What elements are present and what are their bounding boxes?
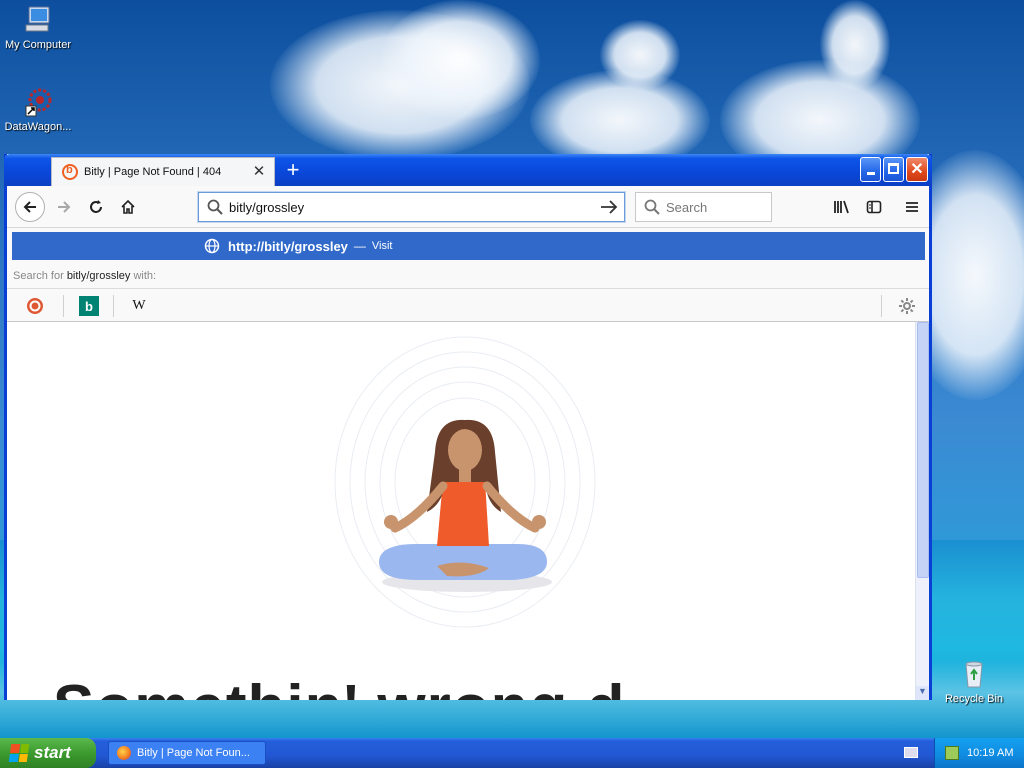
meditation-illustration (334, 336, 596, 628)
home-icon (121, 199, 135, 214)
go-arrow-icon (601, 200, 618, 214)
library-button[interactable] (827, 192, 857, 222)
menu-button[interactable] (897, 192, 927, 222)
reload-button[interactable] (81, 192, 111, 222)
clock: 10:19 AM (967, 747, 1014, 759)
recycle-bin-shortcut[interactable]: Recycle Bin (934, 658, 1014, 705)
maximize-button[interactable] (883, 157, 904, 182)
duckduckgo-icon[interactable] (25, 296, 45, 316)
bing-icon[interactable]: b (79, 296, 99, 316)
browser-window: Bitly | Page Not Found | 404 ✕ + ✕ bitly… (4, 154, 932, 700)
navigation-toolbar: bitly/grossley Search (7, 186, 929, 228)
address-bar-text[interactable]: bitly/grossley (229, 200, 600, 215)
desktop-icon-label: My Computer (4, 39, 72, 51)
taskbar-window-bitly[interactable]: Bitly | Page Not Foun... (108, 741, 266, 765)
new-tab-button[interactable]: + (280, 159, 306, 183)
computer-icon (22, 4, 54, 36)
address-bar[interactable]: bitly/grossley (198, 192, 625, 222)
taskbar-window-label: Bitly | Page Not Foun... (137, 747, 250, 759)
suggestion-visit-row[interactable]: http://bitly/grossley — Visit (12, 232, 925, 260)
hamburger-menu-icon (906, 202, 918, 212)
library-icon (834, 200, 849, 214)
keyboard-icon[interactable] (904, 747, 918, 758)
sidebar-button[interactable] (859, 192, 889, 222)
sidebar-icon (866, 200, 882, 214)
tab-bitly-404[interactable]: Bitly | Page Not Found | 404 ✕ (51, 157, 275, 186)
desktop-icon-label: Recycle Bin (944, 693, 1004, 705)
bitly-favicon-icon (62, 164, 78, 180)
scrollbar-thumb[interactable] (917, 322, 929, 578)
minimize-button[interactable] (860, 157, 881, 182)
page-content: Somethin' wrong d (7, 322, 915, 700)
suggestion-url: http://bitly/grossley (228, 238, 348, 254)
search-icon (644, 199, 660, 215)
search-bar[interactable]: Search (635, 192, 772, 222)
firefox-icon (117, 746, 131, 760)
desktop-icon-label: DataWagon... (4, 121, 72, 133)
engine-divider (113, 295, 114, 317)
suggestion-dash: — (353, 239, 366, 253)
reload-icon (90, 200, 102, 213)
home-button[interactable] (113, 192, 143, 222)
suggestion-action: Visit (371, 240, 393, 252)
datawagon-shortcut[interactable]: DataWagon... (0, 86, 78, 133)
back-button[interactable] (15, 192, 45, 222)
start-button[interactable]: start (0, 738, 96, 768)
scroll-down-arrow-icon[interactable]: ▼ (916, 686, 929, 700)
globe-icon (204, 238, 220, 254)
close-tab-icon[interactable]: ✕ (250, 163, 268, 181)
forward-button[interactable] (49, 192, 79, 222)
taskbar: start Bitly | Page Not Foun... 10:19 AM (0, 738, 1024, 768)
window-titlebar[interactable]: Bitly | Page Not Found | 404 ✕ + ✕ (4, 154, 932, 186)
my-computer-shortcut[interactable]: My Computer (0, 4, 78, 51)
network-icon[interactable] (945, 746, 959, 760)
tab-title: Bitly | Page Not Found | 404 (84, 166, 222, 178)
start-label: start (34, 743, 71, 762)
search-placeholder: Search (666, 199, 708, 215)
page-heading: Somethin' wrong d (53, 672, 626, 700)
windows-logo-icon (8, 744, 30, 762)
one-off-search-engines: b W (7, 288, 929, 322)
system-tray: 10:19 AM (934, 738, 1024, 768)
vertical-scrollbar[interactable]: ▼ (915, 322, 929, 700)
engine-divider (63, 295, 64, 317)
close-window-button[interactable]: ✕ (906, 157, 928, 182)
wikipedia-icon[interactable]: W (129, 296, 149, 316)
search-with-label: Search for bitly/grossley with: (13, 270, 157, 282)
url-suggestion-popup: http://bitly/grossley — Visit Search for… (7, 228, 929, 322)
search-icon (207, 199, 223, 215)
datawagon-icon (22, 86, 54, 118)
back-arrow-icon (23, 201, 36, 213)
forward-arrow-icon (58, 201, 71, 213)
recycle-bin-icon (958, 658, 990, 690)
search-settings-gear-icon[interactable] (897, 296, 917, 316)
engine-divider (881, 295, 882, 317)
